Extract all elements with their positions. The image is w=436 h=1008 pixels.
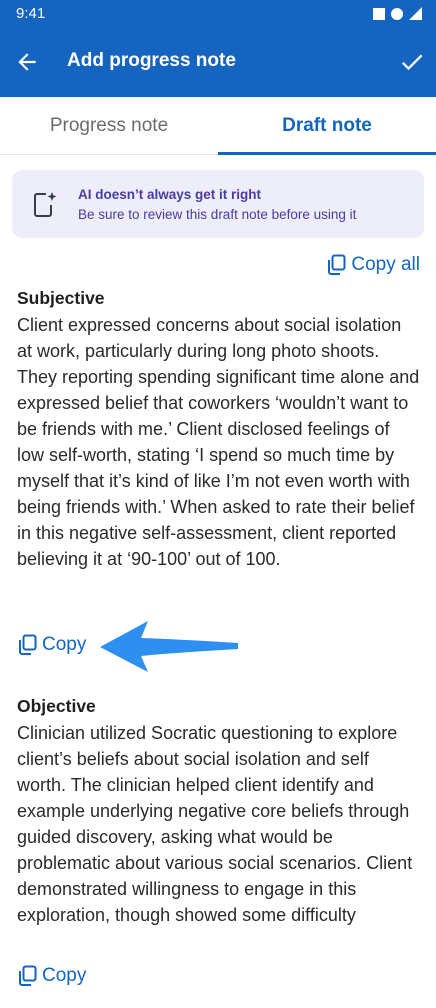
status-bar: 9:41 xyxy=(0,0,436,27)
objective-heading: Objective xyxy=(17,696,96,716)
copy-all-button[interactable]: Copy all xyxy=(326,254,420,276)
tab-progress-note[interactable]: Progress note xyxy=(0,97,218,154)
tab-draft-note[interactable]: Draft note xyxy=(218,97,436,155)
subjective-body: Client expressed concerns about social i… xyxy=(17,315,420,569)
copy-all-label: Copy all xyxy=(351,254,420,275)
objective-body: Clinician utilized Socratic questioning … xyxy=(17,723,413,925)
callout-arrow-icon xyxy=(100,621,238,672)
copy-icon xyxy=(19,634,37,655)
status-time: 9:41 xyxy=(16,5,46,22)
subjective-heading: Subjective xyxy=(17,288,105,308)
copy-label: Copy xyxy=(42,634,87,655)
ai-note-sparkle-icon xyxy=(34,192,57,217)
copy-icon xyxy=(328,254,346,275)
copy-icon xyxy=(19,965,37,986)
tab-bar: Progress note Draft note xyxy=(0,97,436,155)
signal-icon xyxy=(409,7,422,20)
back-arrow-icon[interactable] xyxy=(14,49,40,75)
stop-icon xyxy=(373,7,385,20)
ai-disclaimer-banner: AI doesn’t always get it right Be sure t… xyxy=(12,170,424,238)
app-bar: Add progress note xyxy=(0,27,436,97)
copy-objective-button[interactable]: Copy xyxy=(17,965,86,987)
copy-label: Copy xyxy=(42,965,87,986)
banner-title: AI doesn’t always get it right xyxy=(78,187,262,202)
copy-subjective-button[interactable]: Copy xyxy=(17,634,86,656)
save-check-icon[interactable] xyxy=(398,48,426,76)
page-title: Add progress note xyxy=(67,50,236,71)
record-icon xyxy=(391,7,403,20)
banner-subtitle: Be sure to review this draft note before… xyxy=(78,207,357,222)
status-icons xyxy=(373,7,422,20)
